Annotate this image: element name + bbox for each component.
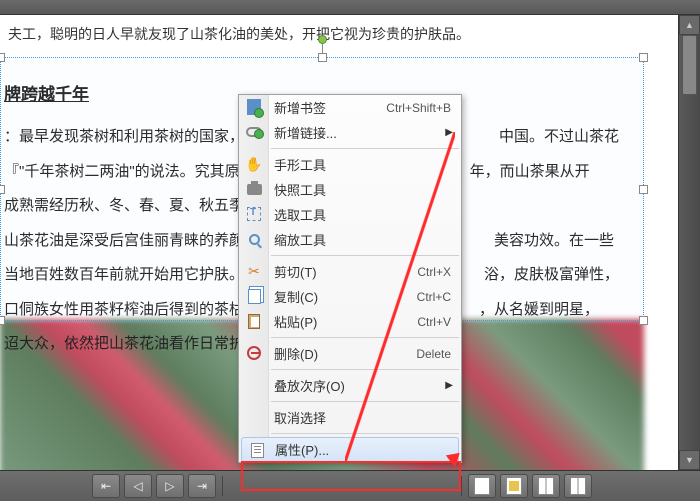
menu-separator: [271, 148, 459, 149]
delete-icon: [245, 344, 263, 362]
submenu-arrow-icon: ▶: [445, 380, 453, 391]
menu-label: 属性(P)...: [275, 440, 329, 459]
bookmark-icon: [245, 98, 263, 116]
menu-separator: [271, 433, 459, 434]
menu-label: 复制(C): [274, 287, 318, 306]
scissors-icon: ✂: [245, 262, 263, 280]
menu-shortcut: Ctrl+Shift+B: [386, 101, 451, 115]
resize-handle-ne[interactable]: [639, 53, 648, 62]
resize-handle-sw[interactable]: [0, 316, 5, 325]
context-menu: 新增书签 Ctrl+Shift+B 新增链接... ▶ ✋ 手形工具 快照工具 …: [238, 94, 462, 463]
menu-properties[interactable]: 属性(P)...: [241, 437, 459, 462]
first-page-button[interactable]: ⇤: [92, 474, 120, 498]
menu-label: 缩放工具: [274, 230, 326, 249]
menu-deselect[interactable]: 取消选择: [239, 405, 461, 430]
facing-continuous-button[interactable]: [564, 474, 592, 498]
menu-shortcut: Ctrl+C: [417, 290, 451, 304]
menu-separator: [271, 369, 459, 370]
menu-separator: [271, 255, 459, 256]
copy-icon: [245, 287, 263, 305]
annotation-arrow-head: [446, 453, 462, 469]
submenu-arrow-icon: ▶: [445, 127, 453, 138]
resize-handle-nw[interactable]: [0, 53, 5, 62]
menu-delete[interactable]: 删除(D) Delete: [239, 341, 461, 366]
single-page-button[interactable]: [468, 474, 496, 498]
menu-new-bookmark[interactable]: 新增书签 Ctrl+Shift+B: [239, 95, 461, 120]
properties-icon: [248, 441, 266, 459]
continuous-page-button[interactable]: [500, 474, 528, 498]
menu-copy[interactable]: 复制(C) Ctrl+C: [239, 284, 461, 309]
menu-snapshot-tool[interactable]: 快照工具: [239, 177, 461, 202]
menu-paste[interactable]: 粘贴(P) Ctrl+V: [239, 309, 461, 334]
menu-zoom-tool[interactable]: 缩放工具: [239, 227, 461, 252]
menu-label: 新增链接...: [274, 123, 337, 142]
hand-icon: ✋: [245, 155, 263, 173]
resize-handle-e[interactable]: [639, 185, 648, 194]
scroll-thumb[interactable]: [682, 35, 697, 95]
resize-handle-w[interactable]: [0, 185, 5, 194]
facing-page-button[interactable]: [532, 474, 560, 498]
menu-select-tool[interactable]: 选取工具: [239, 202, 461, 227]
rotate-handle[interactable]: [318, 35, 327, 44]
link-icon: [245, 123, 263, 141]
prev-page-button[interactable]: ◁: [124, 474, 152, 498]
bottom-toolbar: ⇤ ◁ ▷ ⇥: [0, 470, 700, 501]
top-toolbar: [0, 0, 700, 15]
clipboard-icon: [245, 312, 263, 330]
scroll-up-button[interactable]: ▲: [679, 15, 700, 35]
select-icon: [245, 205, 263, 223]
menu-label: 粘贴(P): [274, 312, 317, 331]
menu-label: 剪切(T): [274, 262, 317, 281]
menu-shortcut: Ctrl+V: [417, 315, 451, 329]
menu-shortcut: Ctrl+X: [417, 265, 451, 279]
scroll-down-button[interactable]: ▼: [679, 450, 700, 470]
menu-label: 选取工具: [274, 205, 326, 224]
menu-stacking-order[interactable]: 叠放次序(O) ▶: [239, 373, 461, 398]
menu-label: 快照工具: [274, 180, 326, 199]
last-page-button[interactable]: ⇥: [188, 474, 216, 498]
menu-label: 删除(D): [274, 344, 318, 363]
next-page-button[interactable]: ▷: [156, 474, 184, 498]
menu-label: 取消选择: [274, 408, 326, 427]
menu-separator: [271, 401, 459, 402]
menu-label: 新增书签: [274, 98, 326, 117]
menu-cut[interactable]: ✂ 剪切(T) Ctrl+X: [239, 259, 461, 284]
resize-handle-se[interactable]: [639, 316, 648, 325]
menu-shortcut: Delete: [416, 347, 451, 361]
menu-label: 手形工具: [274, 155, 326, 174]
menu-hand-tool[interactable]: ✋ 手形工具: [239, 152, 461, 177]
menu-label: 叠放次序(O): [274, 376, 345, 395]
menu-new-link[interactable]: 新增链接... ▶: [239, 120, 461, 145]
vertical-scrollbar[interactable]: ▲ ▼: [678, 15, 700, 470]
resize-handle-n[interactable]: [318, 53, 327, 62]
zoom-icon: [245, 230, 263, 248]
camera-icon: [245, 180, 263, 198]
menu-separator: [271, 337, 459, 338]
